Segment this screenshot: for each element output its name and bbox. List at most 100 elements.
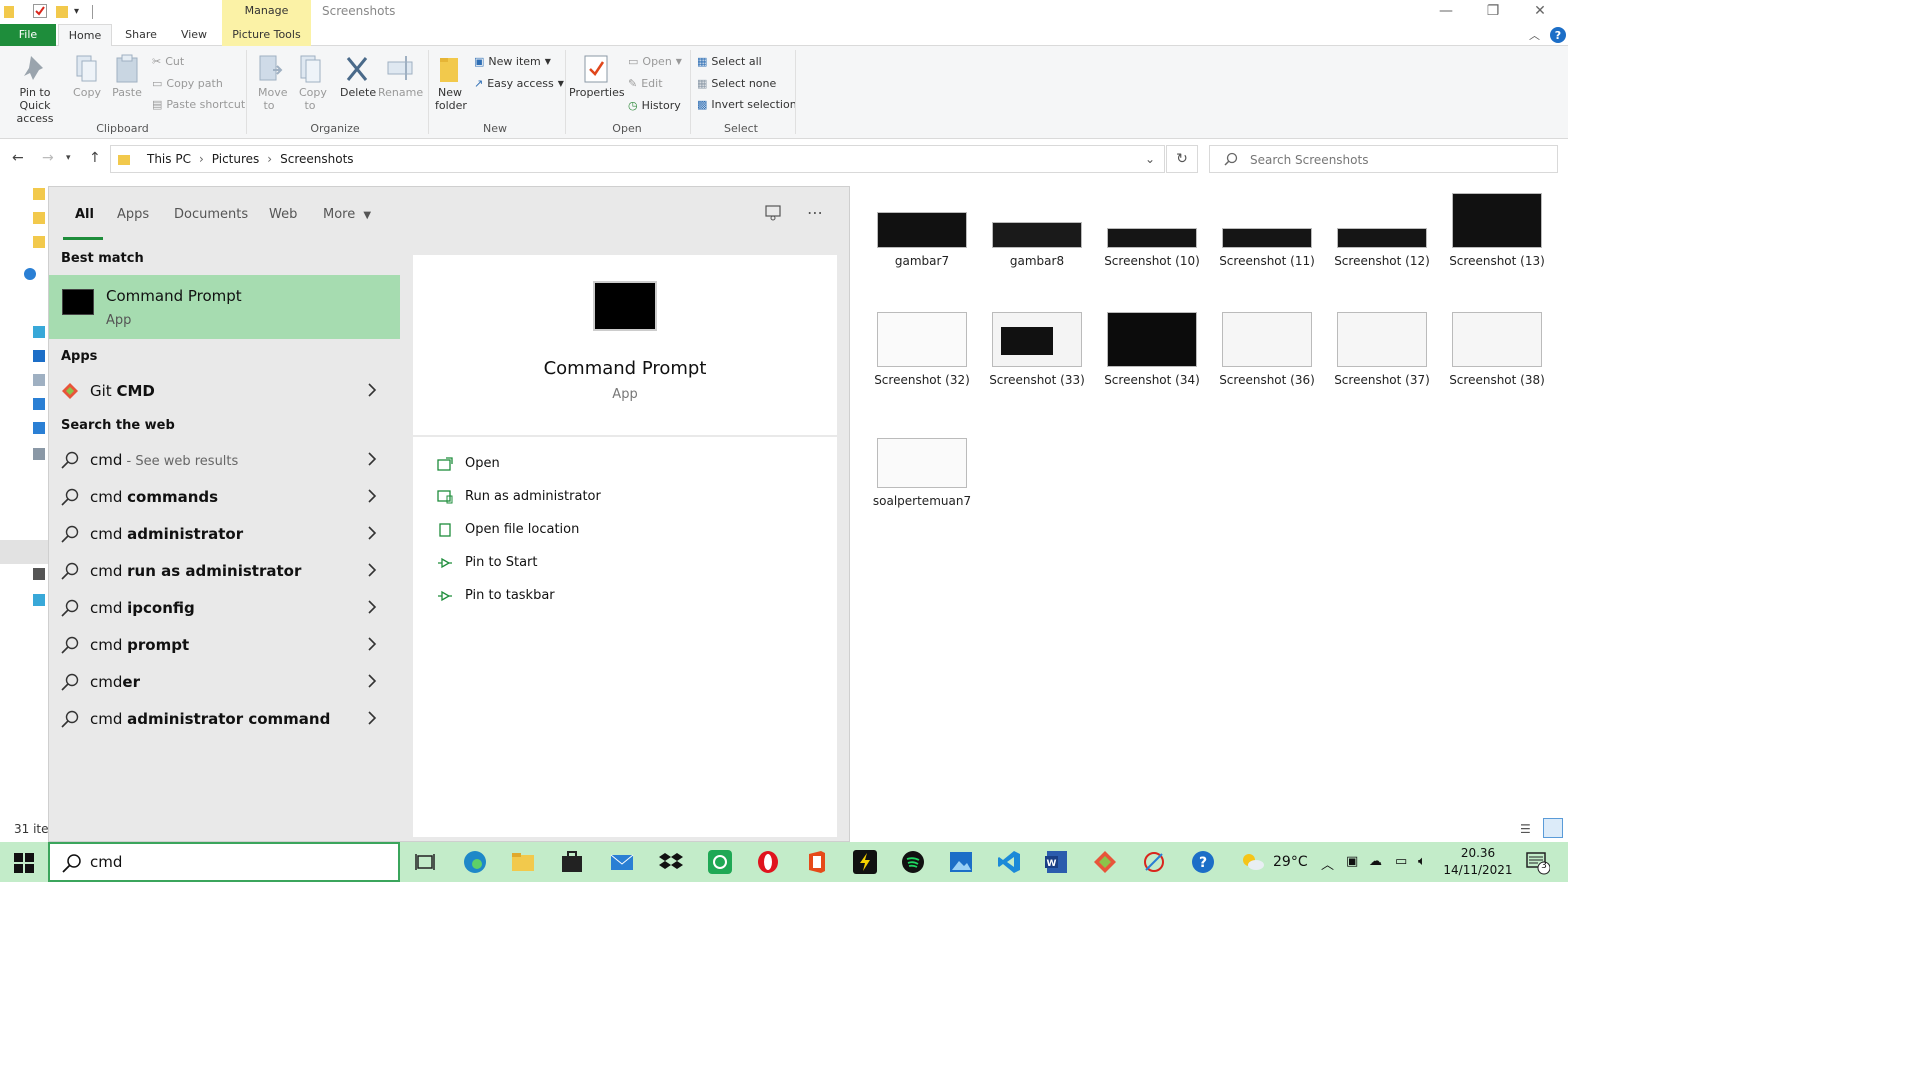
search-box[interactable]: Search Screenshots	[1209, 145, 1558, 173]
copy-button[interactable]: Copy	[70, 52, 104, 99]
breadcrumb-pictures[interactable]: Pictures	[212, 152, 260, 166]
tab-share[interactable]: Share	[118, 24, 164, 46]
filter-more[interactable]: More ▼	[323, 207, 371, 222]
file-item[interactable]: Screenshot (11)	[1215, 228, 1319, 268]
up-button[interactable]: ↑	[89, 150, 101, 166]
snipping-tool-icon[interactable]	[1142, 850, 1166, 874]
list-item[interactable]: cmd - See web results	[49, 442, 400, 478]
chevron-right-icon[interactable]	[367, 525, 377, 541]
back-button[interactable]: ←	[12, 150, 24, 166]
git-gui-icon[interactable]	[1093, 850, 1117, 874]
select-none-button[interactable]: ▦ Select none	[697, 74, 776, 92]
music-icon[interactable]	[33, 422, 45, 434]
tab-view[interactable]: View	[172, 24, 216, 46]
details-view-icon[interactable]: ☰	[1520, 822, 1531, 836]
chevron-right-icon[interactable]	[367, 599, 377, 615]
list-item[interactable]: Git CMD	[49, 373, 400, 409]
close-button[interactable]: ✕	[1517, 0, 1563, 24]
breadcrumb-screenshots[interactable]: Screenshots	[280, 152, 353, 166]
folder-icon[interactable]	[33, 212, 45, 224]
downloads-icon[interactable]	[33, 398, 45, 410]
move-to-button[interactable]: Move to	[252, 52, 288, 112]
select-all-button[interactable]: ▦ Select all	[697, 52, 762, 70]
chevron-right-icon[interactable]	[367, 382, 377, 398]
folder-icon[interactable]	[33, 236, 45, 248]
more-options-icon[interactable]: ⋯	[807, 203, 823, 222]
address-box[interactable]: This PC › Pictures › Screenshots ⌄	[110, 145, 1165, 173]
office-icon[interactable]	[805, 850, 829, 874]
clock[interactable]: 20.36 14/11/2021	[1440, 845, 1516, 879]
selected-nav-row[interactable]	[0, 540, 48, 564]
onedrive-tray-icon[interactable]: ☁	[1369, 854, 1382, 869]
breadcrumb-this-pc[interactable]: This PC	[147, 152, 191, 166]
edit-button[interactable]: ✎ Edit	[628, 74, 663, 92]
refresh-button[interactable]: ↻	[1166, 145, 1198, 173]
dropbox-icon[interactable]	[659, 850, 683, 874]
chevron-right-icon[interactable]: ›	[267, 152, 272, 166]
spotify-icon[interactable]	[901, 850, 925, 874]
new-folder-button[interactable]: New folder	[432, 52, 468, 112]
new-item-button[interactable]: ▣ New item ▼	[474, 52, 551, 70]
filter-web[interactable]: Web	[269, 207, 297, 222]
chevron-down-icon[interactable]: ⌄	[1145, 152, 1155, 166]
show-hidden-icons-icon[interactable]: ︿	[1321, 854, 1334, 873]
taskbar-search-box[interactable]: cmd	[48, 842, 400, 882]
customize-quick-access-icon[interactable]: ▾	[74, 6, 79, 17]
file-item[interactable]: soalpertemuan7	[870, 438, 974, 508]
filter-documents[interactable]: Documents	[174, 207, 248, 222]
weather-icon[interactable]	[1241, 852, 1265, 872]
chevron-right-icon[interactable]	[367, 673, 377, 689]
forward-button[interactable]: →	[42, 150, 54, 166]
action-run-as-admin[interactable]: Run as administrator	[437, 489, 601, 504]
file-item[interactable]: Screenshot (13)	[1445, 193, 1549, 268]
filter-all[interactable]: All	[75, 207, 94, 222]
chevron-right-icon[interactable]	[367, 636, 377, 652]
action-pin-to-taskbar[interactable]: Pin to taskbar	[437, 588, 555, 603]
paste-button[interactable]: Paste	[110, 52, 144, 99]
action-pin-to-start[interactable]: Pin to Start	[437, 555, 537, 570]
file-item[interactable]: Screenshot (36)	[1215, 312, 1319, 387]
notification-center-icon[interactable]: 3	[1526, 851, 1550, 875]
file-item[interactable]: Screenshot (32)	[870, 312, 974, 387]
file-item[interactable]: Screenshot (33)	[985, 312, 1089, 387]
edge-icon[interactable]	[463, 850, 487, 874]
file-item[interactable]: gambar7	[870, 212, 974, 268]
documents-icon[interactable]	[33, 374, 45, 386]
file-item[interactable]: Screenshot (37)	[1330, 312, 1434, 387]
desktop-icon[interactable]	[33, 350, 45, 362]
power-app-icon[interactable]	[853, 850, 877, 874]
help-icon[interactable]: ?	[1550, 27, 1566, 43]
chevron-right-icon[interactable]	[367, 562, 377, 578]
large-icons-view-icon[interactable]	[1543, 818, 1563, 838]
list-item[interactable]: cmd administrator	[49, 516, 400, 552]
pin-quick-access-button[interactable]: Pin to Quick access	[4, 52, 66, 125]
list-item[interactable]: cmder	[49, 664, 400, 700]
weather-temperature[interactable]: 29°C	[1273, 854, 1308, 870]
search-query[interactable]: cmd	[90, 853, 122, 871]
pictures-icon[interactable]	[33, 448, 45, 460]
file-item[interactable]: gambar8	[985, 222, 1089, 268]
history-button[interactable]: ◷ History	[628, 96, 681, 114]
chevron-right-icon[interactable]	[367, 451, 377, 467]
manage-context-tab[interactable]: Manage	[222, 0, 311, 24]
rename-button[interactable]: Rename	[378, 52, 423, 99]
chevron-right-icon[interactable]: ›	[199, 152, 204, 166]
best-match-item[interactable]: Command Prompt App	[49, 275, 400, 339]
local-disk-icon[interactable]	[33, 594, 45, 606]
list-item[interactable]: cmd ipconfig	[49, 590, 400, 626]
store-icon[interactable]	[560, 850, 584, 874]
task-view-icon[interactable]	[415, 850, 439, 874]
new-folder-quick-access-icon[interactable]	[56, 4, 68, 18]
tab-file[interactable]: File	[0, 24, 56, 46]
restore-button[interactable]: ❐	[1470, 0, 1516, 24]
list-item[interactable]: cmd run as administrator	[49, 553, 400, 589]
file-item[interactable]: Screenshot (10)	[1100, 228, 1204, 268]
delete-button[interactable]: Delete	[340, 52, 376, 99]
chevron-right-icon[interactable]	[367, 710, 377, 726]
list-item[interactable]: cmd administrator command	[49, 701, 400, 737]
list-item[interactable]: cmd commands	[49, 479, 400, 515]
filter-apps[interactable]: Apps	[117, 207, 149, 222]
copy-path-button[interactable]: ▭ Copy path	[152, 74, 223, 92]
paste-shortcut-button[interactable]: ▤ Paste shortcut	[152, 95, 245, 113]
opera-icon[interactable]	[756, 850, 780, 874]
